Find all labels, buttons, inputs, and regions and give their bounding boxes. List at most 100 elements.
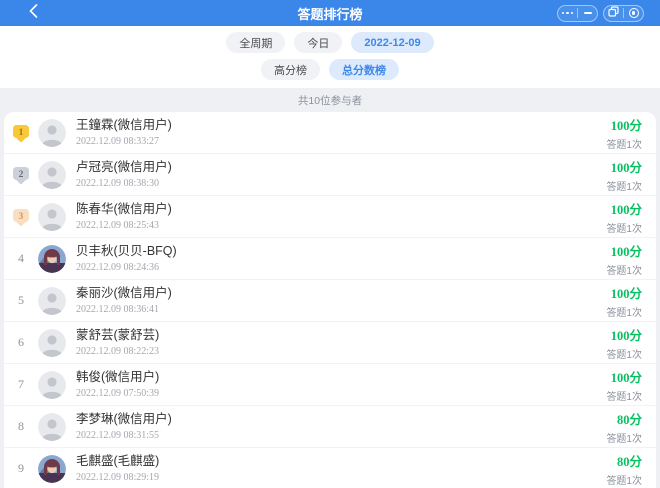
attempt-count: 答题1次 (606, 220, 642, 235)
user-info: 蒙舒芸(蒙舒芸) 2022.12.09 08:22:23 (76, 328, 606, 357)
rank-cell: 6 (4, 335, 38, 350)
menu-control-group (557, 5, 598, 22)
profile-photo (38, 245, 66, 273)
minimize-button[interactable] (578, 6, 597, 21)
user-name: 贝丰秋(贝贝-BFQ) (76, 244, 606, 260)
board-tab-0[interactable]: 高分榜 (261, 59, 320, 80)
rank-number: 7 (18, 377, 24, 392)
leaderboard-row[interactable]: 7 韩俊(微信用户) 2022.12.09 07:50:39 100分 答题1次 (4, 364, 656, 406)
score-cell: 100分 答题1次 (606, 283, 642, 319)
leaderboard-list: 1 王鐘霖(微信用户) 2022.12.09 08:33:27 100分 答题1… (4, 112, 656, 488)
participants-count-text: 共10位参与者 (298, 93, 362, 108)
leaderboard-row[interactable]: 6 蒙舒芸(蒙舒芸) 2022.12.09 08:22:23 100分 答题1次 (4, 322, 656, 364)
attempt-count: 答题1次 (606, 136, 642, 151)
more-button[interactable] (558, 6, 577, 21)
avatar (38, 245, 66, 273)
rank-cell: 8 (4, 419, 38, 434)
attempt-count: 答题1次 (606, 472, 642, 487)
period-tab-2[interactable]: 2022-12-09 (351, 32, 433, 53)
score-value: 80分 (606, 451, 642, 470)
rank-number: 6 (18, 335, 24, 350)
user-name: 蒙舒芸(蒙舒芸) (76, 328, 606, 344)
attempt-count: 答题1次 (606, 430, 642, 445)
user-name: 秦丽沙(微信用户) (76, 286, 606, 302)
rank-cell: 3 (4, 211, 38, 223)
avatar (38, 203, 66, 231)
score-cell: 100分 答题1次 (606, 115, 642, 151)
leaderboard-row[interactable]: 1 王鐘霖(微信用户) 2022.12.09 08:33:27 100分 答题1… (4, 112, 656, 154)
restore-button[interactable] (604, 6, 623, 21)
board-tab-row: 高分榜总分数榜 (0, 59, 660, 80)
leaderboard-row[interactable]: 3 陈春华(微信用户) 2022.12.09 08:25:43 100分 答题1… (4, 196, 656, 238)
person-icon (38, 161, 66, 189)
user-info: 陈春华(微信用户) 2022.12.09 08:25:43 (76, 202, 606, 231)
leaderboard-row[interactable]: 2 卢冠亮(微信用户) 2022.12.09 08:38:30 100分 答题1… (4, 154, 656, 196)
avatar (38, 119, 66, 147)
leaderboard-row[interactable]: 5 秦丽沙(微信用户) 2022.12.09 08:36:41 100分 答题1… (4, 280, 656, 322)
attempt-time: 2022.12.09 07:50:39 (76, 388, 606, 399)
user-info: 贝丰秋(贝贝-BFQ) 2022.12.09 08:24:36 (76, 244, 606, 273)
user-info: 秦丽沙(微信用户) 2022.12.09 08:36:41 (76, 286, 606, 315)
person-icon (38, 329, 66, 357)
person-icon (38, 413, 66, 441)
leaderboard-row[interactable]: 8 李梦琳(微信用户) 2022.12.09 08:31:55 80分 答题1次 (4, 406, 656, 448)
user-info: 韩俊(微信用户) 2022.12.09 07:50:39 (76, 370, 606, 399)
attempt-count: 答题1次 (606, 304, 642, 319)
user-info: 卢冠亮(微信用户) 2022.12.09 08:38:30 (76, 160, 606, 189)
leaderboard-row[interactable]: 4 贝丰秋(贝贝-BFQ) 2022.12.09 08:24:36 100分 答… (4, 238, 656, 280)
restore-icon (608, 4, 619, 22)
score-cell: 80分 答题1次 (606, 409, 642, 445)
exit-button[interactable] (624, 6, 643, 21)
rank-number: 8 (18, 419, 24, 434)
navbar: 答题排行榜 (0, 0, 660, 26)
attempt-count: 答题1次 (606, 346, 642, 361)
user-name: 李梦琳(微信用户) (76, 412, 606, 428)
avatar (38, 371, 66, 399)
user-name: 韩俊(微信用户) (76, 370, 606, 386)
rank-cell: 1 (4, 127, 38, 139)
window-control-group (603, 5, 644, 22)
user-info: 毛麒盛(毛麒盛) 2022.12.09 08:29:19 (76, 454, 606, 483)
user-name: 毛麒盛(毛麒盛) (76, 454, 606, 470)
attempt-time: 2022.12.09 08:33:27 (76, 136, 606, 147)
score-value: 100分 (606, 115, 642, 134)
avatar (38, 455, 66, 483)
avatar (38, 413, 66, 441)
rank-cell: 2 (4, 169, 38, 181)
attempt-time: 2022.12.09 08:31:55 (76, 430, 606, 441)
score-cell: 100分 答题1次 (606, 325, 642, 361)
more-icon (562, 12, 574, 15)
person-icon (38, 119, 66, 147)
period-tab-1[interactable]: 今日 (294, 32, 342, 53)
avatar (38, 329, 66, 357)
rank-cell: 9 (4, 461, 38, 476)
score-cell: 100分 答题1次 (606, 367, 642, 403)
board-tab-1[interactable]: 总分数榜 (329, 59, 399, 80)
user-name: 卢冠亮(微信用户) (76, 160, 606, 176)
user-name: 王鐘霖(微信用户) (76, 118, 606, 134)
exit-icon (629, 8, 639, 18)
bronze-medal-badge: 3 (13, 209, 29, 223)
person-icon (38, 371, 66, 399)
participants-count-bar: 共10位参与者 (0, 88, 660, 112)
score-value: 100分 (606, 283, 642, 302)
score-value: 100分 (606, 367, 642, 386)
score-cell: 80分 答题1次 (606, 451, 642, 487)
attempt-time: 2022.12.09 08:29:19 (76, 472, 606, 483)
period-tab-0[interactable]: 全周期 (226, 32, 285, 53)
user-name: 陈春华(微信用户) (76, 202, 606, 218)
user-info: 李梦琳(微信用户) 2022.12.09 08:31:55 (76, 412, 606, 441)
attempt-time: 2022.12.09 08:38:30 (76, 178, 606, 189)
silver-medal-badge: 2 (13, 167, 29, 181)
attempt-time: 2022.12.09 08:24:36 (76, 262, 606, 273)
attempt-time: 2022.12.09 08:36:41 (76, 304, 606, 315)
score-value: 100分 (606, 241, 642, 260)
avatar (38, 287, 66, 315)
score-cell: 100分 答题1次 (606, 157, 642, 193)
window-controls (557, 5, 644, 22)
rank-number: 9 (18, 461, 24, 476)
person-icon (38, 287, 66, 315)
leaderboard-row[interactable]: 9 毛麒盛(毛麒盛) 2022.12.09 08:29:19 80分 答题1次 (4, 448, 656, 488)
back-button[interactable] (22, 2, 44, 24)
score-cell: 100分 答题1次 (606, 199, 642, 235)
